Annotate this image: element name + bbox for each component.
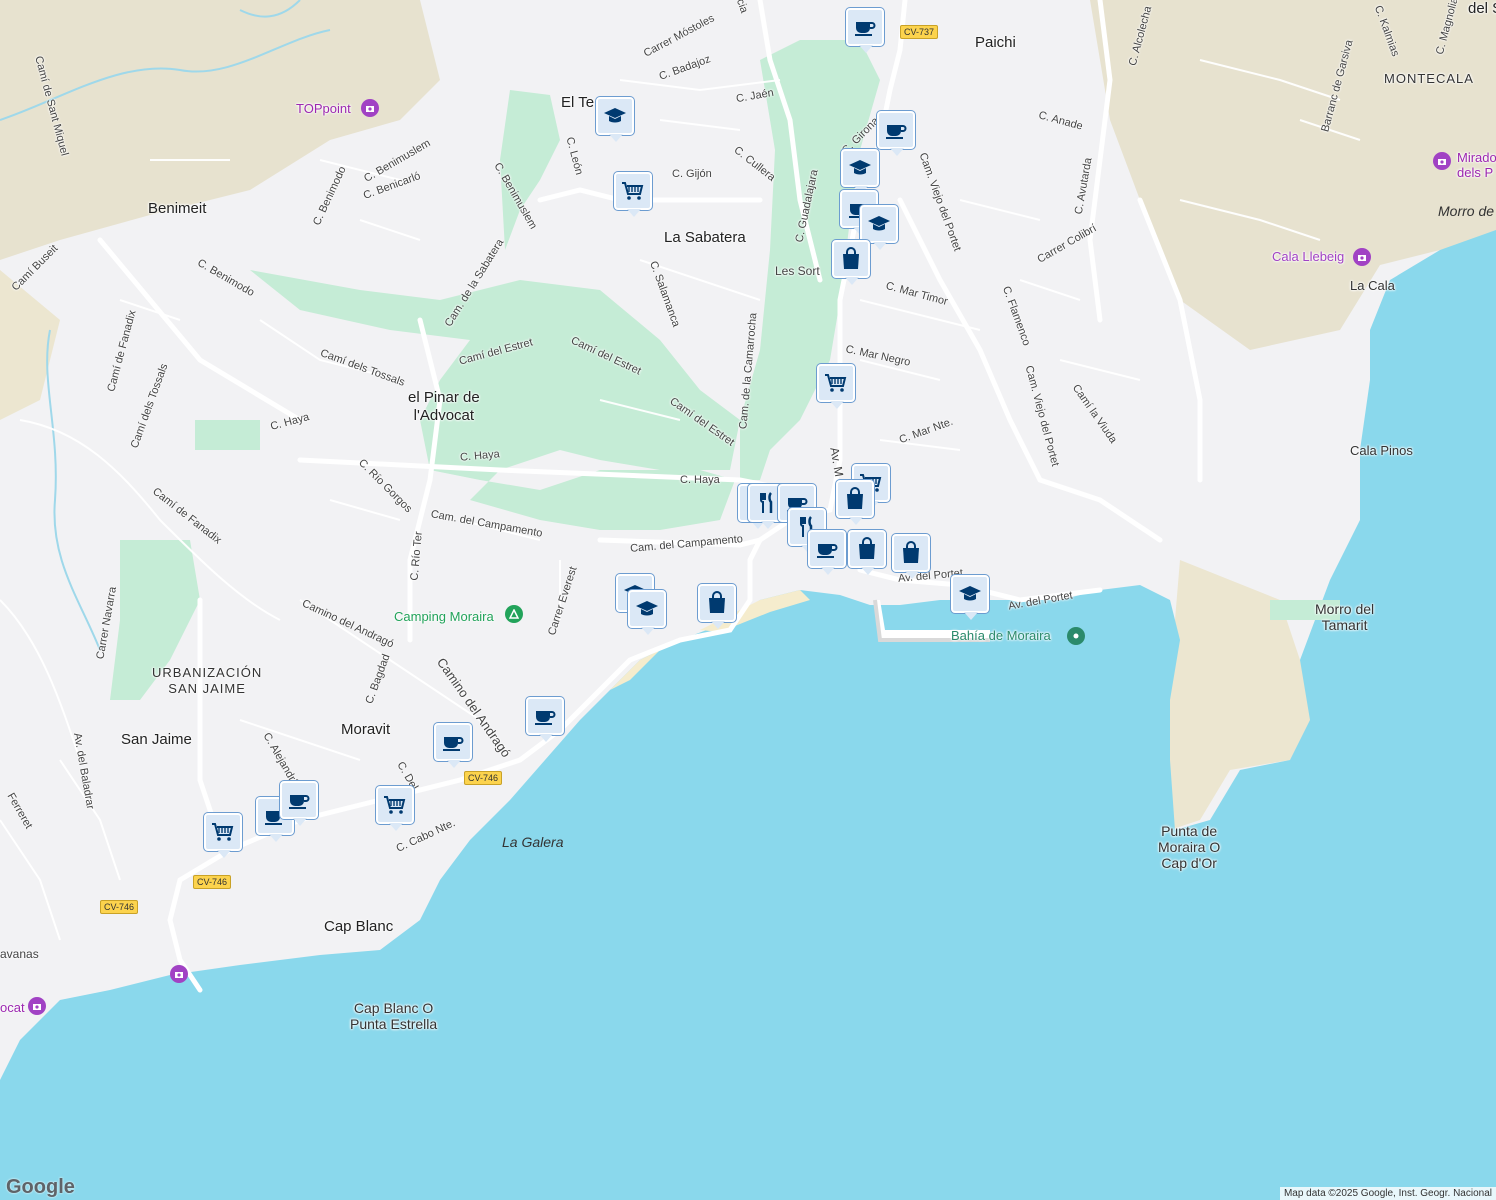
- bag-icon: [859, 537, 875, 559]
- cafe-icon: [443, 737, 464, 751]
- cafe-icon: [817, 544, 838, 558]
- school-marker[interactable]: [628, 590, 666, 635]
- cafe-icon: [289, 795, 310, 809]
- map-base-layer: [0, 0, 1496, 1200]
- road-shield-cv746: CV-746: [464, 771, 503, 785]
- cafe-marker[interactable]: [808, 530, 846, 575]
- map-attribution[interactable]: Map data ©2025 Google, Inst. Geogr. Naci…: [1279, 1187, 1496, 1200]
- camera-icon[interactable]: [28, 997, 46, 1015]
- cafe-marker[interactable]: [434, 723, 472, 768]
- shop-icon: [384, 796, 406, 814]
- school-marker[interactable]: [841, 149, 879, 194]
- camera-icon[interactable]: [170, 965, 188, 983]
- map-canvas[interactable]: Paichi MONTECALA El Te Benimeit La Sabat…: [0, 0, 1496, 1200]
- school-marker[interactable]: [596, 97, 634, 142]
- school-icon: [604, 108, 626, 123]
- restaurant-icon: [760, 492, 773, 513]
- google-logo: Google: [6, 1176, 75, 1198]
- school-icon: [868, 216, 890, 231]
- school-icon: [636, 601, 658, 616]
- shop-icon: [622, 182, 644, 200]
- camera-icon[interactable]: [361, 99, 379, 117]
- school-marker[interactable]: [951, 575, 989, 620]
- camera-icon[interactable]: [1433, 152, 1451, 170]
- school-icon: [849, 160, 871, 175]
- bag-icon: [847, 487, 863, 509]
- cafe-marker[interactable]: [877, 111, 915, 156]
- bag-marker[interactable]: [848, 530, 886, 575]
- shop-marker[interactable]: [614, 172, 652, 217]
- cafe-marker[interactable]: [526, 697, 564, 742]
- school-marker[interactable]: [860, 205, 898, 250]
- shop-marker[interactable]: [376, 786, 414, 831]
- bag-icon: [843, 247, 859, 269]
- pin-icon[interactable]: [1067, 627, 1085, 645]
- bag-marker[interactable]: [832, 240, 870, 285]
- bag-marker[interactable]: [698, 584, 736, 629]
- bag-marker[interactable]: [836, 480, 874, 525]
- road-shield-cv746: CV-746: [100, 900, 139, 914]
- shop-icon: [212, 823, 234, 841]
- school-icon: [959, 586, 981, 601]
- cafe-marker[interactable]: [846, 8, 884, 53]
- camera-icon[interactable]: [1353, 248, 1371, 266]
- bag-marker[interactable]: [892, 534, 930, 579]
- bag-icon: [709, 591, 725, 613]
- shop-marker[interactable]: [204, 813, 242, 858]
- shop-icon: [825, 374, 847, 392]
- cafe-icon: [535, 711, 556, 725]
- cafe-marker[interactable]: [280, 781, 318, 826]
- road-shield-cv737: CV-737: [900, 25, 939, 39]
- shop-marker[interactable]: [817, 364, 855, 409]
- road-shield-cv746: CV-746: [193, 875, 232, 889]
- tent-icon[interactable]: [505, 605, 523, 623]
- cafe-icon: [855, 22, 876, 36]
- cafe-icon: [886, 125, 907, 139]
- bag-icon: [903, 541, 919, 563]
